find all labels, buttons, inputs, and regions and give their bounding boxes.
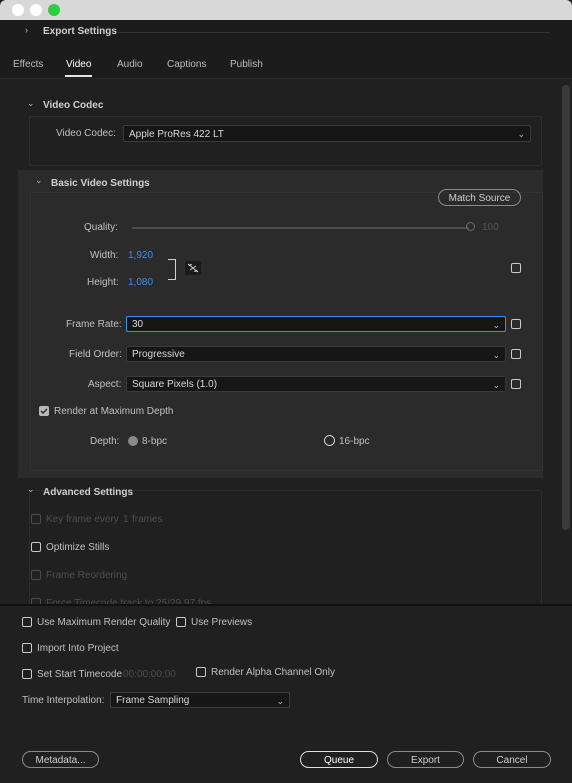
tab-bar: Effects Video Audio Captions Publish: [0, 52, 572, 79]
active-tab-indicator: [65, 75, 92, 77]
export-settings-header[interactable]: › Export Settings: [0, 20, 572, 52]
queue-button[interactable]: Queue: [300, 751, 378, 768]
time-interpolation-value: Frame Sampling: [116, 695, 190, 706]
chevron-down-icon[interactable]: ⌄: [27, 484, 35, 495]
aspect-override-checkbox[interactable]: [511, 379, 521, 389]
field-order-override-checkbox[interactable]: [511, 349, 521, 359]
use-previews-label: Use Previews: [191, 617, 253, 628]
key-frame-value[interactable]: 1: [123, 514, 129, 525]
frame-reordering-checkbox[interactable]: [31, 570, 41, 580]
depth-16bpc-radio[interactable]: [324, 435, 335, 446]
tab-video[interactable]: Video: [66, 59, 91, 70]
match-source-button[interactable]: Match Source: [438, 189, 521, 206]
use-max-render-label: Use Maximum Render Quality: [37, 617, 171, 628]
key-frame-label: Key frame every: [46, 514, 119, 525]
video-codec-title: Video Codec: [43, 100, 104, 111]
import-into-project-checkbox[interactable]: [22, 643, 32, 653]
quality-value: 100: [482, 222, 499, 233]
frame-reordering-label: Frame Reordering: [46, 570, 128, 581]
chevron-down-icon: ⌄: [492, 320, 500, 330]
basic-video-title: Basic Video Settings: [51, 178, 150, 189]
key-frame-checkbox[interactable]: [31, 514, 41, 524]
aspect-dropdown[interactable]: Square Pixels (1.0) ⌄: [126, 376, 506, 392]
chevron-down-icon: ⌄: [492, 350, 500, 360]
use-max-render-checkbox[interactable]: [22, 617, 32, 627]
unlink-chain-icon[interactable]: [185, 261, 201, 275]
tab-publish[interactable]: Publish: [230, 59, 263, 70]
field-order-value: Progressive: [132, 349, 185, 360]
chevron-right-icon[interactable]: ›: [25, 25, 28, 35]
export-settings-title: Export Settings: [43, 26, 117, 37]
zoom-window-button[interactable]: [48, 4, 60, 16]
minimize-window-button[interactable]: [30, 4, 42, 16]
optimize-stills-label: Optimize Stills: [46, 542, 110, 553]
video-codec-value: Apple ProRes 422 LT: [129, 129, 224, 140]
chevron-down-icon[interactable]: ⌄: [27, 98, 35, 109]
height-value[interactable]: 1,080: [128, 277, 153, 288]
cancel-button[interactable]: Cancel: [473, 751, 551, 768]
chevron-down-icon[interactable]: ⌄: [35, 175, 43, 186]
dimensions-override-checkbox[interactable]: [511, 263, 521, 273]
field-order-label: Field Order:: [69, 349, 122, 360]
frame-rate-dropdown[interactable]: 30 ⌄: [126, 316, 506, 332]
render-max-depth-checkbox[interactable]: [39, 406, 49, 416]
metadata-button[interactable]: Metadata...: [22, 751, 99, 768]
aspect-value: Square Pixels (1.0): [132, 379, 218, 390]
import-into-project-label: Import Into Project: [37, 643, 119, 654]
frame-rate-label: Frame Rate:: [66, 319, 122, 330]
use-previews-checkbox[interactable]: [176, 617, 186, 627]
close-window-button[interactable]: [12, 4, 24, 16]
field-order-dropdown[interactable]: Progressive ⌄: [126, 346, 506, 362]
aspect-label: Aspect:: [88, 379, 122, 390]
time-interpolation-dropdown[interactable]: Frame Sampling ⌄: [110, 692, 290, 708]
window-titlebar: [0, 0, 572, 20]
frame-rate-override-checkbox[interactable]: [511, 319, 521, 329]
video-codec-label: Video Codec:: [56, 128, 116, 139]
tab-captions[interactable]: Captions: [167, 59, 206, 70]
quality-slider-handle[interactable]: [466, 222, 475, 231]
quality-label: Quality:: [84, 222, 118, 233]
video-codec-dropdown[interactable]: Apple ProRes 422 LT ⌄: [123, 125, 531, 142]
depth-label: Depth:: [90, 436, 120, 447]
chevron-down-icon: ⌄: [276, 696, 284, 706]
quality-slider-track[interactable]: [132, 227, 469, 229]
time-interpolation-label: Time Interpolation:: [22, 695, 105, 706]
set-start-timecode-label: Set Start Timecode: [37, 669, 123, 680]
set-start-timecode-checkbox[interactable]: [22, 669, 32, 679]
width-label: Width:: [90, 250, 119, 261]
divider: [118, 32, 550, 33]
render-max-depth-label: Render at Maximum Depth: [54, 406, 174, 417]
export-button[interactable]: Export: [387, 751, 464, 768]
depth-8bpc-label: 8-bpc: [142, 436, 168, 447]
frames-label: frames: [132, 514, 163, 525]
tab-effects[interactable]: Effects: [13, 59, 43, 70]
start-timecode-value[interactable]: 00:00:00:00: [123, 669, 176, 680]
depth-8bpc-radio[interactable]: [128, 436, 138, 446]
scrollbar-thumb[interactable]: [562, 85, 570, 530]
advanced-settings-title: Advanced Settings: [43, 487, 134, 498]
tab-audio[interactable]: Audio: [117, 59, 143, 70]
width-value[interactable]: 1,920: [128, 250, 153, 261]
render-alpha-checkbox[interactable]: [196, 667, 206, 677]
render-alpha-label: Render Alpha Channel Only: [211, 667, 335, 678]
height-label: Height:: [87, 277, 119, 288]
depth-16bpc-label: 16-bpc: [339, 436, 370, 447]
chevron-down-icon: ⌄: [492, 380, 500, 390]
optimize-stills-checkbox[interactable]: [31, 542, 41, 552]
frame-rate-value: 30: [132, 319, 144, 330]
chevron-down-icon: ⌄: [517, 129, 525, 139]
link-bracket: [168, 259, 176, 280]
